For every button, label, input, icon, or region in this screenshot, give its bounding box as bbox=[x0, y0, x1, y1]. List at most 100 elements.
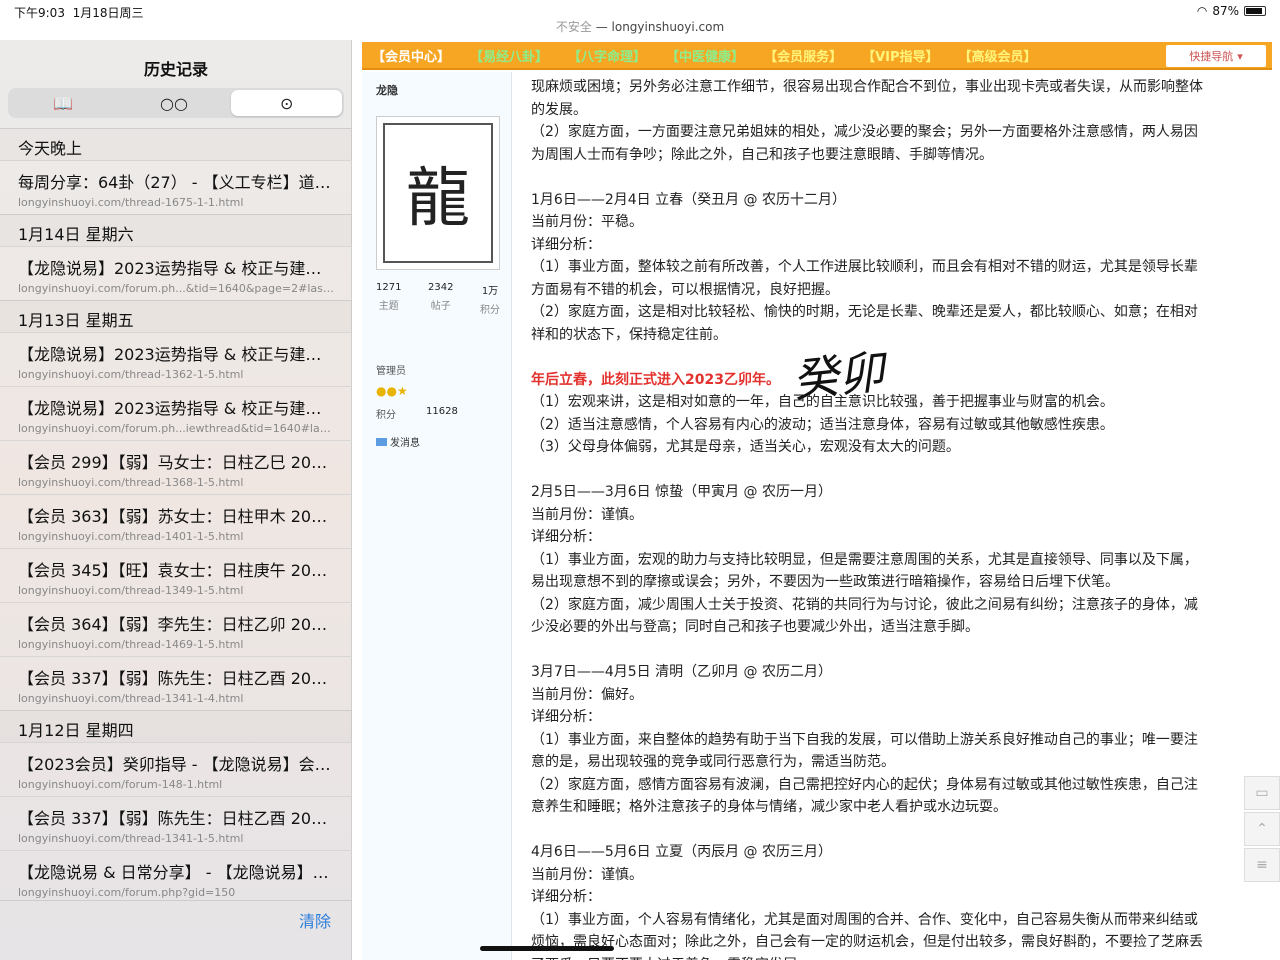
history-item[interactable]: 【龙隐说易】2023运势指导 & 校正与建议 - 龙隐说易 longyinshuo… bbox=[0, 246, 352, 300]
history-item-title: 【会员 337】【弱】陈先生：日柱乙酉 2023年 bbox=[18, 809, 334, 828]
history-item-url: longyinshuoyi.com/thread-1362-1-5.html bbox=[18, 368, 244, 381]
forum-navbar: 【会员中心】 【易经八卦】 【八字命理】 【中医健康】 【会员服务】 【VIP指导】 【高级… bbox=[362, 42, 1272, 70]
nav-item[interactable]: 【会员中心】 bbox=[362, 46, 460, 65]
history-list: 今天晚上每周分享：64卦（27） - 【义工专栏】道场原文 - 龙隐说易 long… bbox=[0, 128, 352, 904]
paragraph-spacer bbox=[531, 819, 1266, 842]
clock-tab[interactable]: ⊙ bbox=[231, 90, 343, 116]
handwritten-annotation: 癸卯 bbox=[789, 344, 887, 408]
history-day-header: 1月12日 星期四 bbox=[0, 710, 352, 742]
author-score: 积分 11628 bbox=[376, 406, 458, 421]
history-item-title: 【会员 345】【旺】袁女士：日柱庚午 2023年 bbox=[18, 561, 334, 580]
address-bar[interactable]: 不安全 — longyinshuoyi.com bbox=[0, 18, 1280, 35]
medal-icon: ●●★ bbox=[376, 384, 408, 398]
history-item-url: longyinshuoyi.com/thread-1368-1-5.html bbox=[18, 476, 244, 489]
quick-nav-label: 快捷导航 bbox=[1189, 50, 1234, 63]
battery-percent: 87% bbox=[1212, 4, 1239, 18]
author-profile: 龙隐 龍 1271 主题 2342 帖子 1万 积分 管理员 ●●★ 积分 11628 发消… bbox=[362, 72, 512, 960]
history-item-url: longyinshuoyi.com/thread-1341-1-4.html bbox=[18, 692, 244, 705]
home-indicator[interactable] bbox=[480, 946, 614, 951]
history-item-title: 【龙隐说易】2023运势指导 & 校正与建议 - 龙隐说易 bbox=[18, 345, 334, 364]
history-item[interactable]: 【会员 337】【弱】陈先生：日柱乙酉 2023年 longyinshuoyi.c… bbox=[0, 796, 352, 850]
book-tab[interactable]: 📖 bbox=[8, 88, 119, 118]
history-item-url: longyinshuoyi.com/forum.php?gid=150 bbox=[18, 886, 236, 899]
stat-1[interactable]: 2342 帖子 bbox=[428, 282, 453, 316]
post-line: 的发展。 bbox=[531, 101, 587, 118]
post-line: 意养生和睡眠；格外注意孩子的身体与情绪，减少家中老人看护或水边玩耍。 bbox=[531, 799, 1007, 815]
post-line: 详细分析： bbox=[531, 709, 601, 725]
post-line: 当前月份：谨慎。 bbox=[531, 866, 643, 883]
insecure-label: 不安全 bbox=[555, 20, 592, 34]
stat-label: 积分 bbox=[480, 305, 500, 316]
battery-icon bbox=[1244, 6, 1266, 16]
nav-item[interactable]: 【八字命理】 bbox=[558, 46, 656, 65]
post-line: 详细分析： bbox=[531, 889, 601, 905]
send-message-label: 发消息 bbox=[390, 438, 420, 449]
nav-item[interactable]: 【高级会员】 bbox=[949, 46, 1047, 65]
list-icon[interactable]: ≡ bbox=[1244, 848, 1280, 882]
history-item[interactable]: 【龙隐说易 & 日常分享】 - 【龙隐说易】会员 longyinshuoyi.co… bbox=[0, 850, 352, 904]
history-day-header: 今天晚上 bbox=[0, 128, 352, 160]
history-item[interactable]: 【会员 345】【旺】袁女士：日柱庚午 2023年 longyinshuoyi.c… bbox=[0, 548, 352, 602]
glasses-tab[interactable]: ○○ bbox=[119, 88, 230, 118]
history-item-url: longyinshuoyi.com/forum-148-1.html bbox=[18, 778, 223, 791]
post-body: 现麻烦或困境；另外务必注意工作细节，很容易出现合作配合不到位，事业出现卡壳或者失… bbox=[531, 76, 1266, 960]
history-day-header: 1月14日 星期六 bbox=[0, 214, 352, 246]
wifi-icon: ◠ bbox=[1196, 4, 1208, 18]
history-item[interactable]: 每周分享：64卦（27） - 【义工专栏】道场原文 - 龙隐说易 longyins… bbox=[0, 160, 352, 214]
history-item[interactable]: 【会员 363】【弱】苏女士：日柱甲木 2023年 longyinshuoyi.c… bbox=[0, 494, 352, 548]
post-line: 4月6日——5月6日 立夏（丙辰月 @ 农历三月） bbox=[531, 844, 832, 860]
stat-label: 主题 bbox=[378, 301, 399, 312]
history-item[interactable]: 【会员 337】【弱】陈先生：日柱乙酉 2023年 longyinshuoyi.c… bbox=[0, 656, 352, 710]
paragraph-spacer bbox=[531, 459, 1266, 482]
post-line: （2）适当注意感情，个人容易有内心的波动；适当注意身体，容易有过敏或其他敏感性疾… bbox=[531, 416, 1114, 433]
clear-history-button[interactable]: 清除 bbox=[299, 908, 331, 932]
post-line: （1）宏观来讲，这是相对如意的一年，自己的自主意识比较强，善于把握事业与财富的机… bbox=[531, 394, 1114, 410]
paragraph-spacer bbox=[531, 639, 1266, 662]
floating-tools: ▭ ⌃ ≡ bbox=[1244, 776, 1280, 884]
post-line: （1）事业方面，个人容易有情绪化，尤其是面对周围的合并、合作、变化中，自己容易失… bbox=[531, 911, 1198, 928]
history-item[interactable]: 【会员 299】【弱】马女士：日柱乙巳 2023年 longyinshuoyi.c… bbox=[0, 440, 352, 494]
post-line: （1）事业方面，整体较之前有所改善，个人工作进展比较顺利，而且会有相对不错的财运… bbox=[531, 259, 1198, 275]
post-line: 当前月份：偏好。 bbox=[531, 686, 643, 703]
history-item-title: 每周分享：64卦（27） - 【义工专栏】道场原文 - 龙隐说易 bbox=[18, 173, 334, 192]
status-bar: 下午9:03 1月18日周三 不安全 — longyinshuoyi.com ◠… bbox=[0, 0, 1280, 34]
post-line: （2）家庭方面，感情方面容易有波澜，自己需把控好内心的起伏；身体易有过敏或其他过… bbox=[531, 776, 1198, 793]
post-line: （1）事业方面，来自整体的趋势有助于当下自我的发展，可以借助上游关系良好推动自己… bbox=[531, 731, 1198, 748]
nav-item[interactable]: 【会员服务】 bbox=[754, 46, 852, 65]
comment-icon[interactable]: ▭ bbox=[1244, 776, 1280, 810]
history-item-url: longyinshuoyi.com/thread-1469-1-5.html bbox=[18, 638, 244, 651]
stat-2[interactable]: 1万 积分 bbox=[480, 282, 500, 316]
author-badges: ●●★ bbox=[376, 384, 408, 398]
history-item-title: 【会员 299】【弱】马女士：日柱乙巳 2023年 bbox=[18, 453, 334, 472]
post-line: 2月5日——3月6日 惊蛰（甲寅月 @ 农历一月） bbox=[531, 484, 832, 500]
history-item-url: longyinshuoyi.com/thread-1401-1-5.html bbox=[18, 530, 244, 543]
score-value: 11628 bbox=[426, 406, 458, 417]
author-name[interactable]: 龙隐 bbox=[376, 82, 398, 98]
post-line: 少没必要的外出与登高；同时自己和孩子也要减少外出，适当注意手脚。 bbox=[531, 619, 979, 635]
nav-item[interactable]: 【易经八卦】 bbox=[460, 46, 558, 65]
quick-nav-dropdown[interactable]: 快捷导航 ▾ bbox=[1166, 45, 1266, 67]
history-item[interactable]: 【龙隐说易】2023运势指导 & 校正与建议 - 龙隐说易 longyinshuo… bbox=[0, 386, 352, 440]
send-message-link[interactable]: 发消息 bbox=[376, 434, 420, 449]
book-icon: 📖 bbox=[53, 93, 74, 113]
nav-item[interactable]: 【VIP指导】 bbox=[852, 46, 948, 65]
history-item[interactable]: 【龙隐说易】2023运势指导 & 校正与建议 - 龙隐说易 longyinshuo… bbox=[0, 332, 352, 386]
nav-item[interactable]: 【中医健康】 bbox=[656, 46, 754, 65]
history-item-title: 【会员 363】【弱】苏女士：日柱甲木 2023年 bbox=[18, 507, 334, 526]
stat-0[interactable]: 1271 主题 bbox=[376, 282, 401, 316]
chevron-down-icon: ▾ bbox=[1237, 49, 1243, 63]
post-line: 为周围人士而有争吵；除此之外，自己和孩子也要注意眼睛、手脚等情况。 bbox=[531, 146, 993, 163]
post-line: 年后立春，此刻正式进入2023乙卯年。 bbox=[531, 371, 780, 388]
post-line: （3）父母身体偏弱，尤其是母亲，适当关心，宏观没有太大的问题。 bbox=[531, 439, 960, 455]
post-line: 当前月份：平稳。 bbox=[531, 214, 643, 230]
stat-value: 2342 bbox=[428, 282, 454, 293]
glasses-icon: ○○ bbox=[160, 93, 188, 113]
url-text: longyinshuoyi.com bbox=[611, 20, 725, 34]
paragraph-spacer bbox=[531, 166, 1266, 189]
post-line: 详细分析： bbox=[531, 529, 601, 545]
history-item[interactable]: 【会员 364】【弱】李先生：日柱乙卯 2023年 longyinshuoyi.c… bbox=[0, 602, 352, 656]
back-to-top-icon[interactable]: ⌃ bbox=[1244, 812, 1280, 846]
author-avatar[interactable]: 龍 bbox=[376, 116, 500, 270]
post-line: 1月6日——2月4日 立春（癸丑月 @ 农历十二月） bbox=[531, 191, 846, 208]
history-item[interactable]: 【2023会员】癸卯指导 - 【龙隐说易】会员专区 longyinshuoyi.c… bbox=[0, 742, 352, 796]
